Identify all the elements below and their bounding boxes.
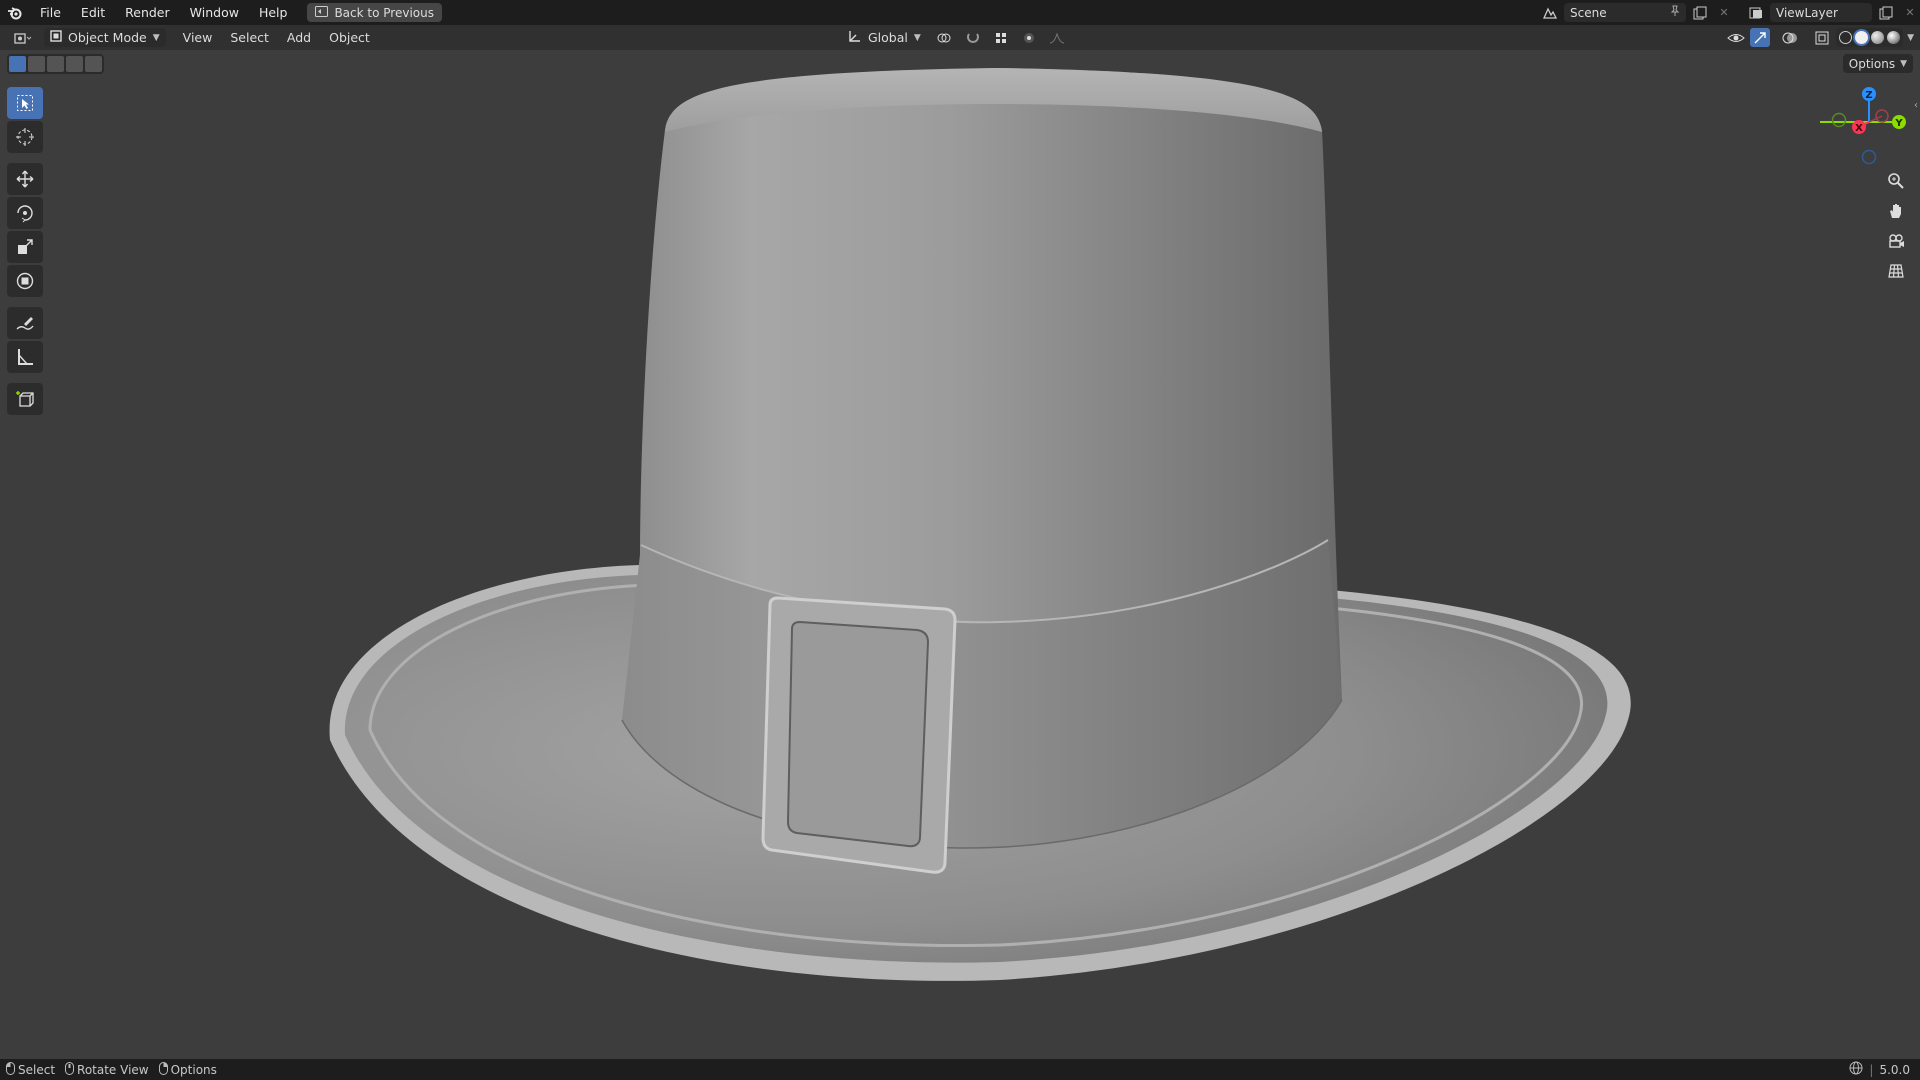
select-subtract-icon[interactable] — [47, 56, 64, 72]
status-select: Select — [6, 1061, 56, 1078]
select-extend-icon[interactable] — [28, 56, 45, 72]
select-intersect-icon[interactable] — [66, 56, 83, 72]
scene-icon[interactable] — [1540, 3, 1560, 22]
navigation-gizmo[interactable]: Z Y X — [1820, 80, 1910, 170]
header-menu-select[interactable]: Select — [221, 30, 278, 45]
mouse-left-icon — [6, 1061, 15, 1078]
menu-help[interactable]: Help — [249, 0, 298, 25]
status-right: | 5.0.0 — [1849, 1059, 1910, 1080]
gizmo-z-label: Z — [1865, 90, 1872, 101]
chevron-down-icon: ▼ — [1900, 58, 1907, 69]
globe-icon[interactable] — [1849, 1061, 1863, 1078]
hat-model[interactable] — [0, 50, 1920, 1059]
wireframe-shading-icon[interactable] — [1839, 31, 1853, 44]
viewport-display-controls: ▼ — [1726, 28, 1914, 47]
scene-field[interactable]: Scene — [1564, 3, 1686, 22]
transform-controls: Global ▼ — [836, 28, 1067, 47]
orientation-dropdown[interactable]: Global ▼ — [842, 28, 927, 47]
version-label: 5.0.0 — [1879, 1062, 1910, 1077]
rendered-shading-icon[interactable] — [1887, 31, 1901, 44]
grid-icon[interactable] — [1882, 258, 1910, 284]
mouse-middle-icon — [65, 1061, 75, 1078]
hand-icon[interactable] — [1882, 198, 1910, 224]
view-layer-field[interactable]: ViewLayer — [1770, 3, 1872, 22]
cursor-icon[interactable] — [7, 121, 43, 153]
orientation-label: Global — [868, 30, 908, 45]
xray-icon[interactable] — [1812, 28, 1832, 47]
status-options: Options — [158, 1061, 217, 1078]
mode-label: Object Mode — [68, 30, 147, 45]
blender-logo-icon[interactable] — [0, 0, 30, 25]
close-scene-icon[interactable]: ✕ — [1714, 3, 1734, 22]
scene-name: Scene — [1570, 5, 1607, 20]
menu-window[interactable]: Window — [180, 0, 249, 25]
status-select-label: Select — [18, 1062, 56, 1077]
mouse-right-icon — [158, 1061, 168, 1078]
status-rotate-view: Rotate View — [65, 1061, 149, 1078]
top-right-controls: Scene ✕ ViewLayer ✕ — [1540, 0, 1920, 25]
select-invert-icon[interactable] — [85, 56, 102, 72]
menu-render[interactable]: Render — [115, 0, 180, 25]
selection-mode-buttons — [7, 54, 104, 74]
new-view-layer-icon[interactable] — [1876, 3, 1896, 22]
proportional-edit-icon[interactable] — [1019, 28, 1039, 47]
annotate-icon[interactable] — [7, 307, 43, 339]
gizmo-toggle-icon[interactable] — [1750, 28, 1771, 47]
add-cube-icon[interactable] — [7, 383, 43, 415]
hat-buckle-inner — [786, 620, 930, 848]
back-icon — [315, 5, 329, 20]
move-icon[interactable] — [7, 163, 43, 195]
rotate-icon[interactable] — [7, 197, 43, 229]
3d-viewport[interactable]: Options ▼ ‹ Z Y X — [0, 50, 1920, 1059]
back-to-previous-button[interactable]: Back to Previous — [307, 3, 442, 22]
chevron-down-icon: ▼ — [913, 32, 921, 43]
visibility-icon[interactable] — [1726, 28, 1746, 47]
select-new-icon[interactable] — [9, 56, 26, 72]
menu-edit[interactable]: Edit — [71, 0, 115, 25]
status-options-label: Options — [170, 1062, 217, 1077]
view-layer-icon[interactable] — [1746, 3, 1766, 22]
material-shading-icon[interactable] — [1871, 31, 1885, 44]
gizmo-x-label: X — [1855, 123, 1863, 134]
chevron-down-icon: ▼ — [152, 32, 160, 43]
zoom-icon[interactable] — [1882, 168, 1910, 194]
shading-options-chevron-icon[interactable]: ▼ — [1907, 33, 1914, 43]
overlays-icon[interactable] — [1780, 28, 1800, 47]
gizmo-y-label: Y — [1894, 118, 1903, 129]
snap-target-icon[interactable] — [991, 28, 1011, 47]
status-rotate-view-label: Rotate View — [77, 1062, 149, 1077]
object-mode-icon — [50, 30, 62, 45]
header-menu-view[interactable]: View — [174, 30, 222, 45]
orientation-icon — [848, 29, 862, 46]
options-dropdown[interactable]: Options ▼ — [1842, 54, 1913, 73]
mode-dropdown[interactable]: Object Mode ▼ — [44, 28, 166, 47]
camera-icon[interactable] — [1882, 228, 1910, 254]
pivot-icon[interactable] — [935, 28, 955, 47]
transform-icon[interactable] — [7, 265, 43, 297]
close-view-layer-icon[interactable]: ✕ — [1900, 3, 1920, 22]
falloff-icon[interactable] — [1047, 28, 1067, 47]
header-menu-object[interactable]: Object — [320, 30, 379, 45]
sidebar-toggle-icon[interactable]: ‹ — [1914, 100, 1918, 111]
back-to-previous-label: Back to Previous — [334, 5, 434, 20]
shading-modes — [1836, 28, 1904, 47]
header-menu-add[interactable]: Add — [278, 30, 320, 45]
measure-icon[interactable] — [7, 341, 43, 373]
editor-type-icon[interactable] — [8, 28, 38, 47]
options-label: Options — [1848, 56, 1896, 71]
top-bar: File Edit Render Window Help Back to Pre… — [0, 0, 1920, 25]
viewport-header: Object Mode ▼ View Select Add Object Glo… — [0, 25, 1920, 50]
status-bar: Select Rotate View Options | 5.0.0 — [0, 1059, 1920, 1080]
status-divider: | — [1869, 1062, 1874, 1077]
select-box-icon[interactable] — [7, 87, 43, 119]
snap-icon[interactable] — [963, 28, 983, 47]
tool-shelf — [7, 85, 47, 417]
view-layer-name: ViewLayer — [1776, 5, 1838, 20]
scale-icon[interactable] — [7, 231, 43, 263]
solid-shading-icon[interactable] — [1855, 31, 1869, 44]
pin-icon[interactable] — [1670, 5, 1680, 20]
menu-file[interactable]: File — [30, 0, 71, 25]
new-scene-icon[interactable] — [1690, 3, 1710, 22]
